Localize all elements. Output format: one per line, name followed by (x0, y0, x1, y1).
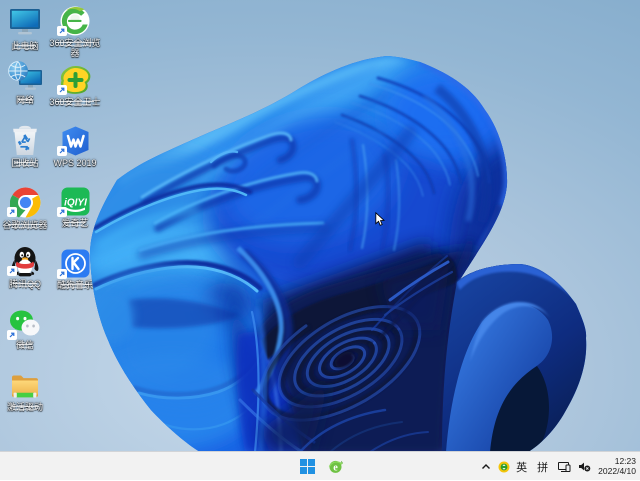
svg-text:iQIYI: iQIYI (64, 198, 87, 209)
svg-text:e: e (333, 462, 338, 473)
